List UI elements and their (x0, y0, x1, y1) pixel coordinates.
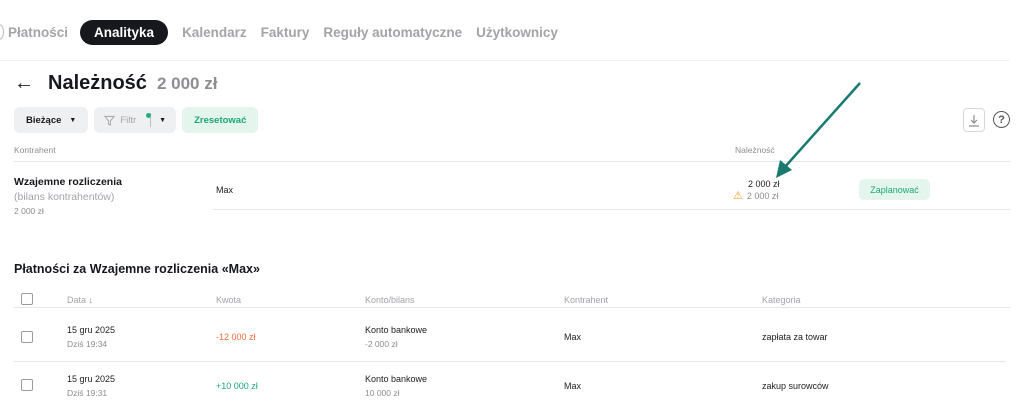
debt-warning-amount: 2 000 zł (746, 190, 779, 201)
column-header-amount: Kwota (216, 295, 242, 305)
column-header-category: Kategoria (762, 295, 801, 305)
column-header-account: Konto/bilans (365, 295, 415, 305)
period-dropdown[interactable]: Bieżące ▼ (14, 107, 89, 133)
column-header-date[interactable]: Data ↓ (67, 295, 93, 305)
row-category: zakup surowców (762, 381, 829, 391)
column-header-counterparty: Kontrahent (14, 145, 56, 155)
page-header: ← Należność 2 000 zł (14, 72, 217, 102)
caret-down-icon: ▼ (69, 116, 77, 124)
row-date: 15 gru 2025 (67, 374, 116, 384)
counterparty-amount: 2 000 zł (14, 206, 44, 216)
reset-button[interactable]: Zresetować (182, 107, 259, 133)
row-divider (14, 361, 1006, 362)
row-balance: -2 000 zł (365, 339, 398, 349)
page-title: Należność (48, 72, 147, 94)
tab-automatic-rules[interactable]: Reguły automatyczne (323, 25, 462, 40)
period-dropdown-label: Bieżące (26, 114, 62, 126)
nav-divider (0, 60, 1010, 61)
row-checkbox[interactable] (21, 331, 33, 343)
help-icon[interactable]: ? (993, 111, 1010, 128)
toolbar: Bieżące ▼ Filtr ▼ Zresetować (14, 107, 259, 133)
row-date: 15 gru 2025 (67, 325, 116, 335)
select-all-checkbox[interactable] (21, 293, 33, 305)
annotation-arrow-icon (776, 82, 861, 178)
debt-amount: 2 000 zł (748, 179, 780, 189)
row-account: Konto bankowe (365, 374, 428, 384)
summary-row-divider (213, 209, 1010, 210)
tab-calendar[interactable]: Kalendarz (182, 25, 247, 40)
filter-icon (104, 115, 116, 126)
counterparty-name: Wzajemne rozliczenia (14, 176, 122, 188)
filter-label: Filtr (120, 114, 137, 126)
payments-section-title: Płatności za Wzajemne rozliczenia «Max» (14, 262, 260, 276)
tab-invoices[interactable]: Faktury (261, 25, 310, 40)
sort-down-icon: ↓ (88, 295, 94, 305)
warning-icon: ⚠ (733, 190, 743, 202)
counterparty-subtitle: (bilans kontrahentów) (14, 191, 115, 203)
row-amount: -12 000 zł (216, 332, 256, 342)
row-account: Konto bankowe (365, 325, 428, 335)
debt-warning: ⚠ 2 000 zł (733, 189, 778, 202)
column-header-debt: Należność (735, 145, 775, 155)
page-total-amount: 2 000 zł (156, 74, 218, 93)
filter-button[interactable]: Filtr ▼ (94, 107, 177, 133)
column-header-counterparty: Kontrahent (564, 295, 609, 305)
top-nav: Płatności Analityka Kalendarz Faktury Re… (0, 18, 572, 46)
counterparty-max[interactable]: Max (216, 185, 233, 195)
row-time: Dziś 19:31 (67, 388, 108, 398)
row-counterparty: Max (564, 332, 582, 342)
tab-payments[interactable]: Płatności (8, 25, 68, 40)
tab-users[interactable]: Użytkownicy (476, 25, 558, 40)
row-balance: 10 000 zł (365, 388, 400, 398)
arrow-left-icon[interactable]: ← (14, 72, 34, 95)
tab-analytics[interactable]: Analityka (80, 19, 169, 45)
row-checkbox[interactable] (21, 379, 33, 391)
row-time: Dziś 19:34 (67, 339, 108, 349)
row-counterparty: Max (564, 381, 582, 391)
row-amount: +10 000 zł (216, 381, 258, 391)
plan-button[interactable]: Zaplanować (859, 179, 930, 200)
payments-header-divider (14, 307, 1010, 308)
download-icon[interactable] (963, 108, 985, 132)
caret-down-icon[interactable]: ▼ (159, 117, 166, 124)
row-category: zapłata za towar (762, 332, 828, 342)
